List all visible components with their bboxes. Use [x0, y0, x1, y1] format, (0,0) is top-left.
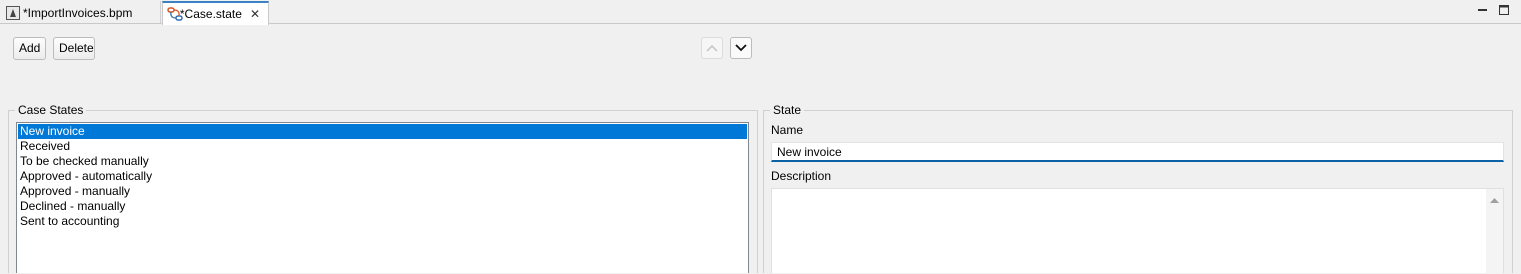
list-item[interactable]: To be checked manually: [18, 154, 747, 169]
state-title: State: [770, 103, 805, 117]
case-states-list[interactable]: New invoice Received To be checked manua…: [16, 122, 749, 273]
list-item[interactable]: Sent to accounting: [18, 214, 747, 229]
name-label: Name: [771, 123, 804, 137]
name-field[interactable]: New invoice: [771, 142, 1504, 162]
description-field[interactable]: [771, 188, 1504, 274]
minimize-icon[interactable]: [1477, 4, 1489, 16]
tab-label: *Case.state: [179, 7, 242, 21]
tab-label: *ImportInvoices.bpm: [23, 5, 133, 20]
close-icon[interactable]: ✕: [250, 7, 260, 21]
description-label: Description: [771, 169, 832, 183]
list-item[interactable]: Declined - manually: [18, 199, 747, 214]
bpm-file-icon: [4, 5, 20, 21]
list-item[interactable]: Approved - automatically: [18, 169, 747, 184]
scroll-up-icon[interactable]: [1486, 193, 1503, 207]
tab-import-invoices[interactable]: *ImportInvoices.bpm: [0, 1, 161, 24]
list-item[interactable]: Received: [18, 139, 747, 154]
chevron-down-icon: [735, 44, 747, 52]
editor-tab-bar: *ImportInvoices.bpm *Case.state ✕: [0, 0, 1521, 25]
delete-button[interactable]: Delete: [53, 37, 95, 60]
tab-case-state[interactable]: *Case.state ✕: [162, 1, 269, 25]
move-down-button[interactable]: [730, 37, 752, 59]
list-item[interactable]: Approved - manually: [18, 184, 747, 199]
description-scrollbar[interactable]: [1486, 189, 1503, 274]
state-file-icon: [167, 6, 183, 22]
list-item[interactable]: New invoice: [18, 124, 747, 139]
move-up-button[interactable]: [701, 37, 723, 59]
maximize-icon[interactable]: [1498, 4, 1510, 16]
chevron-up-icon: [706, 44, 718, 52]
add-button[interactable]: Add: [13, 37, 46, 60]
case-states-title: Case States: [15, 103, 87, 117]
